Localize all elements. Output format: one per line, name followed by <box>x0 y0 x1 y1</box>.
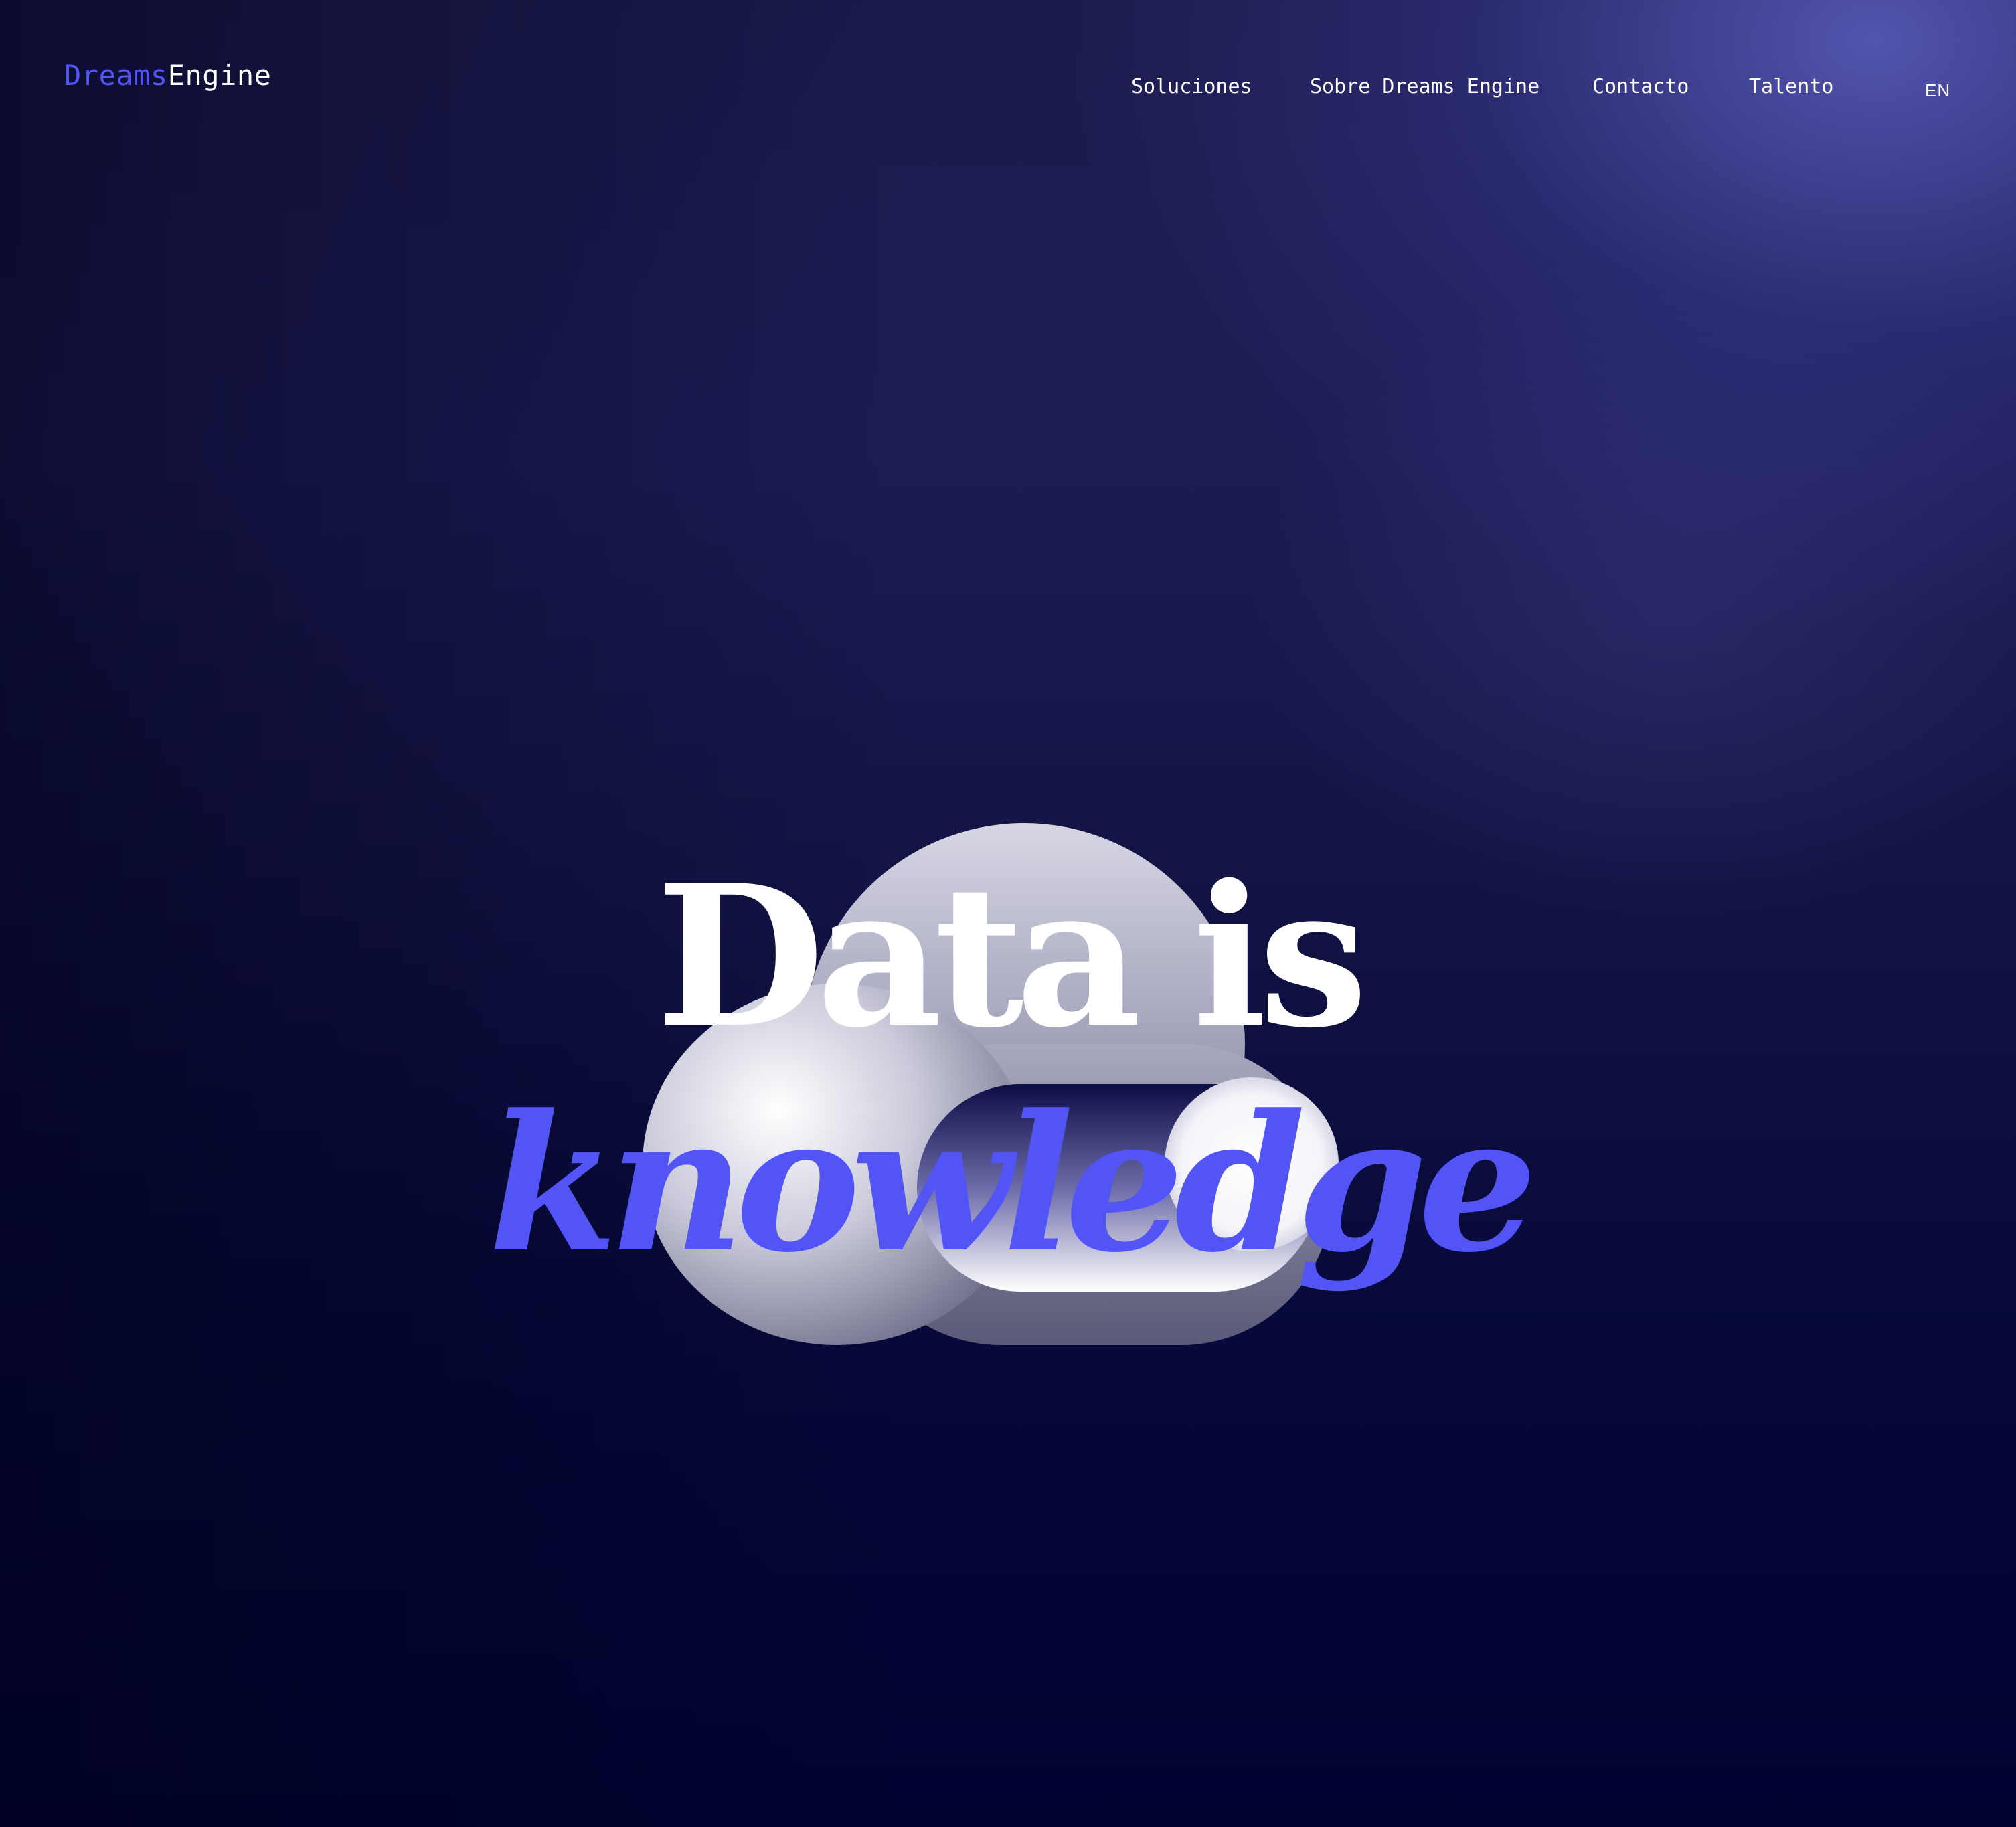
logo-part-dreams: Dreams <box>64 59 168 92</box>
hero-headline-line2: knowledge <box>488 1074 1537 1294</box>
language-switcher[interactable]: EN <box>1925 80 1950 101</box>
hero-headline-line1: Data is <box>656 843 1368 1071</box>
logo-part-engine: Engine <box>167 59 272 92</box>
nav-link-talento[interactable]: Talento <box>1749 75 1833 98</box>
brand-logo[interactable]: DreamsEngine <box>64 59 271 92</box>
nav-link-soluciones[interactable]: Soluciones <box>1131 75 1252 98</box>
nav-link-sobre[interactable]: Sobre Dreams Engine <box>1310 75 1539 98</box>
nav-link-contacto[interactable]: Contacto <box>1592 75 1689 98</box>
